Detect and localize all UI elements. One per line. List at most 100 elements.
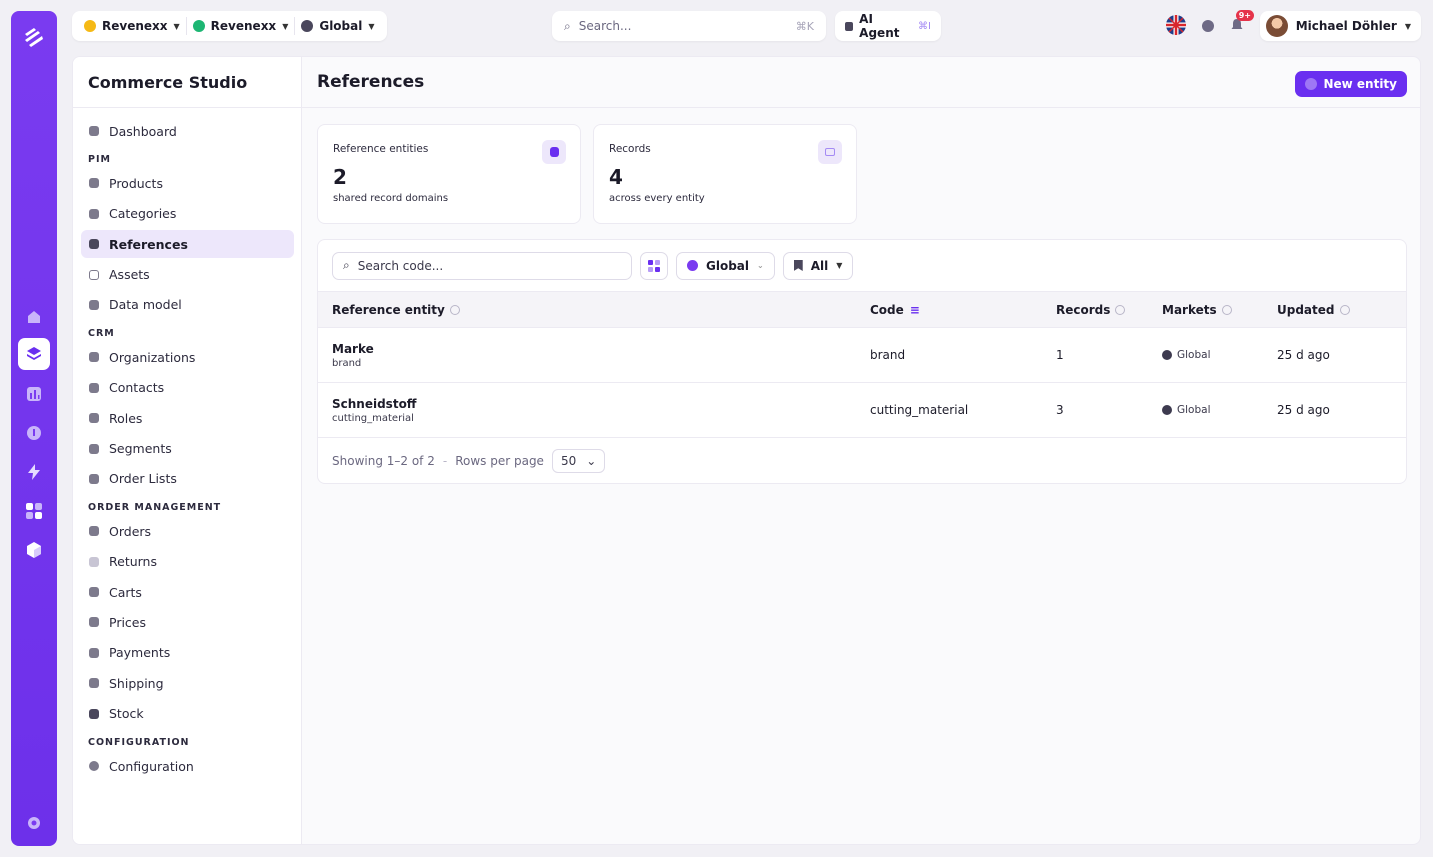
- rows-per-page-value: 50: [560, 454, 577, 468]
- content-area: References New entity Reference entities…: [302, 57, 1420, 844]
- cell-updated: 25 d ago: [1277, 403, 1330, 417]
- building-icon: [89, 352, 99, 363]
- bookmark-icon: [793, 260, 803, 271]
- user-name: Michael Döhler: [1295, 19, 1397, 33]
- sidebar-item-label: Dashboard: [109, 123, 177, 139]
- market-label: Global: [1177, 404, 1211, 416]
- column-label: Code: [870, 302, 904, 317]
- col-records[interactable]: Records: [1056, 303, 1162, 317]
- sidebar: Commerce Studio Dashboard PIM Products C…: [73, 57, 302, 844]
- chevron-down-icon: ▼: [1404, 21, 1411, 31]
- uk-flag-icon[interactable]: [1165, 14, 1186, 38]
- entity-code: cutting_material: [332, 412, 414, 424]
- box-icon: [89, 178, 99, 189]
- sidebar-item-references[interactable]: References: [81, 230, 294, 259]
- cube-icon[interactable]: [22, 538, 46, 562]
- sidebar-item-label: Roles: [109, 410, 143, 426]
- sidebar-item-label: Segments: [109, 441, 172, 457]
- sidebar-item-carts[interactable]: Carts: [81, 578, 294, 606]
- market-filter-label: Global: [706, 258, 750, 273]
- sidebar-item-organizations[interactable]: Organizations: [81, 343, 294, 371]
- global-search-input[interactable]: ⌕ Search... ⌘K: [552, 11, 826, 41]
- sidebar-item-returns[interactable]: Returns: [81, 548, 294, 576]
- cell-markets: Global: [1162, 404, 1277, 416]
- globe-icon: [1162, 350, 1172, 360]
- new-entity-label: New entity: [1323, 77, 1397, 91]
- sidebar-item-label: Configuration: [109, 758, 194, 774]
- settings-gear-icon[interactable]: [22, 811, 46, 835]
- sidebar-item-contacts[interactable]: Contacts: [81, 374, 294, 402]
- user-menu[interactable]: Michael Döhler ▼: [1259, 11, 1421, 41]
- sidebar-item-label: Carts: [109, 584, 142, 600]
- col-markets[interactable]: Markets: [1162, 303, 1277, 317]
- cell-entity: Marke brand: [318, 342, 870, 369]
- market-select[interactable]: Global ▼: [295, 11, 380, 41]
- entity-name: Schneidstoff: [332, 396, 417, 411]
- revenexx-logo-icon[interactable]: [22, 25, 46, 49]
- sidebar-item-shipping[interactable]: Shipping: [81, 669, 294, 697]
- image-icon: [89, 269, 99, 280]
- tenant-select[interactable]: Revenexx ▼: [187, 11, 295, 41]
- sidebar-item-prices[interactable]: Prices: [81, 608, 294, 636]
- entity-name: Marke: [332, 341, 374, 356]
- layers-icon[interactable]: [18, 338, 50, 370]
- table-row[interactable]: Marke brand brand 1 Global 25 d ago: [318, 328, 1406, 383]
- plug-icon[interactable]: [22, 421, 46, 445]
- org-select[interactable]: Revenexx ▼: [78, 11, 186, 41]
- sidebar-item-segments[interactable]: Segments: [81, 435, 294, 463]
- sidebar-item-configuration[interactable]: Configuration: [81, 752, 294, 780]
- col-updated[interactable]: Updated: [1277, 303, 1397, 317]
- help-icon[interactable]: [1201, 20, 1214, 32]
- stock-box-icon: [89, 708, 99, 719]
- stat-label: Records: [609, 143, 651, 155]
- home-icon[interactable]: [22, 305, 46, 329]
- sidebar-item-roles[interactable]: Roles: [81, 404, 294, 432]
- rows-per-page-label: Rows per page: [455, 454, 544, 468]
- return-icon: [89, 556, 99, 567]
- sidebar-item-products[interactable]: Products: [81, 169, 294, 197]
- apps-grid-icon[interactable]: [22, 499, 46, 523]
- column-label: Updated: [1277, 302, 1335, 317]
- col-code[interactable]: Code ≡: [870, 303, 1056, 317]
- sidebar-item-orders[interactable]: Orders: [81, 517, 294, 545]
- market-label: Global: [1177, 349, 1211, 361]
- org-logo-icon: [84, 20, 96, 32]
- ai-agent-button[interactable]: AI Agent ⌘I: [835, 11, 941, 41]
- truck-icon: [89, 678, 99, 689]
- sidebar-item-stock[interactable]: Stock: [81, 700, 294, 728]
- status-filter[interactable]: All ▼: [782, 251, 854, 280]
- notifications-bell-icon[interactable]: 9+: [1230, 9, 1254, 35]
- sidebar-item-label: Assets: [109, 267, 150, 283]
- sidebar-item-categories[interactable]: Categories: [81, 200, 294, 228]
- col-reference-entity[interactable]: Reference entity: [318, 303, 870, 317]
- lightning-icon[interactable]: [22, 460, 46, 484]
- stat-card-records: Records 4 across every entity: [593, 124, 857, 224]
- sidebar-item-dashboard[interactable]: Dashboard: [81, 117, 294, 145]
- chevron-down-icon: ▼: [282, 21, 289, 31]
- section-crm: CRM: [88, 328, 115, 340]
- sidebar-item-assets[interactable]: Assets: [81, 261, 294, 289]
- search-code-input[interactable]: ⌕ Search code...: [332, 251, 632, 280]
- sidebar-item-payments[interactable]: Payments: [81, 639, 294, 667]
- chevron-down-icon: ⌄: [586, 454, 597, 468]
- sidebar-nav: Dashboard PIM Products Categories Refere…: [81, 117, 294, 782]
- table-row[interactable]: Schneidstoff cutting_material cutting_ma…: [318, 383, 1406, 438]
- market-icon: [687, 260, 698, 271]
- bookmark-icon: [89, 473, 99, 484]
- sort-icon: ≡: [909, 302, 920, 317]
- sidebar-item-order-lists[interactable]: Order Lists: [81, 465, 294, 493]
- sidebar-item-label: Data model: [109, 297, 182, 313]
- info-icon: [1339, 304, 1350, 315]
- sidebar-item-label: Payments: [109, 645, 171, 661]
- rows-per-page-select[interactable]: 50 ⌄: [551, 449, 606, 473]
- sidebar-item-data-model[interactable]: Data model: [81, 291, 294, 319]
- chevron-down-icon: ⌄: [757, 261, 764, 270]
- cell-code: brand: [870, 348, 906, 362]
- view-toggle-button[interactable]: [640, 251, 668, 280]
- analytics-icon[interactable]: [22, 382, 46, 406]
- new-entity-button[interactable]: New entity: [1295, 71, 1407, 97]
- market-filter[interactable]: Global ⌄: [676, 251, 775, 280]
- search-icon: ⌕: [564, 18, 571, 33]
- shield-icon: [89, 413, 99, 424]
- app-rail: [11, 11, 57, 846]
